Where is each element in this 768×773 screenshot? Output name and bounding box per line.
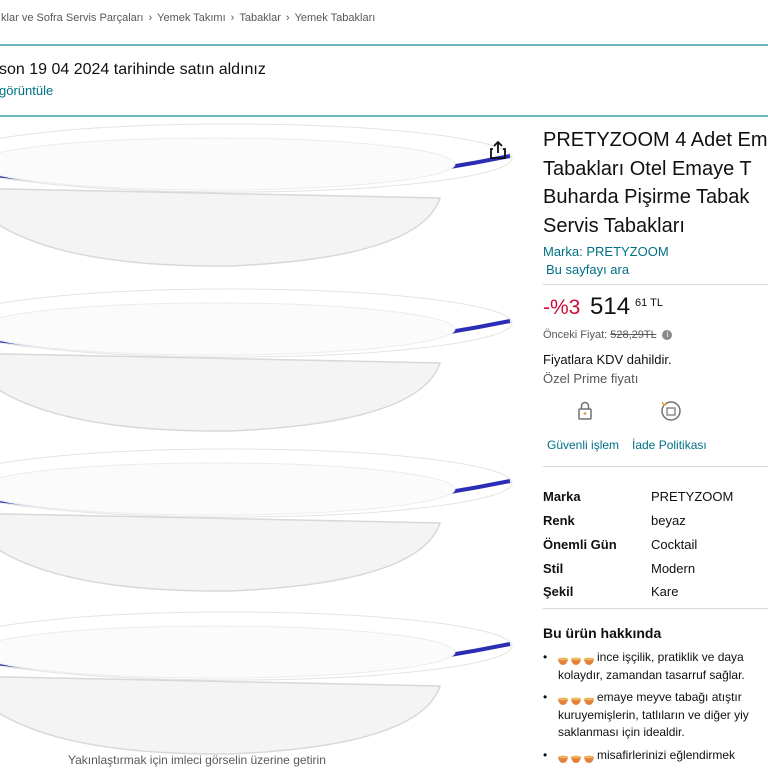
bullet-dot: • bbox=[543, 748, 548, 762]
breadcrumb-item[interactable]: Tabaklar bbox=[239, 12, 281, 24]
bullet-text: kuruyemişlerin, tatlıların ve diğer yiy bbox=[558, 707, 749, 722]
product-title-line: PRETYZOOM 4 Adet Em bbox=[543, 129, 768, 151]
return-policy-label[interactable]: İade Politikası bbox=[632, 438, 707, 452]
plate bbox=[0, 123, 513, 267]
breadcrumb-item[interactable]: Yemek Tabakları bbox=[295, 12, 376, 24]
secure-transaction-label[interactable]: Güvenli işlem bbox=[547, 438, 619, 452]
prime-note: Özel Prime fiyatı bbox=[543, 371, 639, 386]
breadcrumb-separator: › bbox=[230, 12, 235, 24]
bowl-icon bbox=[558, 693, 568, 706]
bowl-icon bbox=[571, 751, 581, 764]
divider bbox=[543, 608, 768, 609]
price-whole: 514 bbox=[590, 293, 631, 320]
spec-key: Şekil bbox=[543, 584, 574, 599]
view-order-link[interactable]: görüntüle bbox=[0, 83, 53, 98]
vat-note: Fiyatlara KDV dahildir. bbox=[543, 352, 672, 367]
purchase-box-bottom-border bbox=[0, 115, 768, 117]
bullet-dot: • bbox=[543, 690, 548, 704]
bullet-text: emaye meyve tabağı atıştır bbox=[597, 690, 742, 704]
return-icon[interactable] bbox=[658, 398, 684, 429]
bowl-icon bbox=[584, 653, 594, 666]
bullet-text: misafirlerinizi eğlendirmek bbox=[597, 748, 736, 762]
spec-row: Stil Modern bbox=[543, 561, 768, 583]
bowl-icon bbox=[584, 751, 594, 764]
product-title-line: Tabakları Otel Emaye T bbox=[543, 157, 752, 180]
purchase-box-top-border bbox=[0, 44, 768, 46]
info-icon[interactable]: i bbox=[662, 330, 673, 341]
bullet-text: kolaydır, zamandan tasarruf sağlar. bbox=[558, 667, 745, 682]
share-icon[interactable] bbox=[487, 139, 509, 161]
list-item: • ince işçilik, pratiklik ve daya kolayd… bbox=[543, 649, 768, 685]
lock-icon[interactable] bbox=[572, 398, 598, 429]
product-title-line: Buharda Pişirme Tabak bbox=[543, 186, 750, 208]
purchase-notice: son 19 04 2024 tarihinde satın aldınız bbox=[0, 61, 266, 78]
spec-row: Önemli Gün Cocktail bbox=[543, 537, 768, 559]
spec-key: Stil bbox=[543, 561, 564, 576]
plate bbox=[0, 288, 513, 432]
breadcrumb-item[interactable]: Yemek Takımı bbox=[157, 12, 225, 24]
previous-price: Önceki Fiyat: 528,29TL i bbox=[543, 329, 673, 341]
plate bbox=[0, 611, 513, 755]
price-currency: TL bbox=[650, 297, 663, 309]
bowl-icon bbox=[571, 693, 581, 706]
spec-key: Renk bbox=[543, 513, 575, 528]
product-title-line: Servis Tabakları bbox=[543, 214, 685, 237]
discount-badge: -%3 bbox=[543, 296, 581, 319]
previous-price-value: 528,29TL bbox=[610, 329, 657, 341]
breadcrumb-item[interactable]: ıklar ve Sofra Servis Parçaları bbox=[0, 12, 144, 24]
spec-row: Renk beyaz bbox=[543, 513, 768, 535]
spec-key: Önemli Gün bbox=[543, 537, 617, 552]
breadcrumb: ıklar ve Sofra Servis Parçaları › Yemek Ta… bbox=[0, 12, 375, 24]
plates-image bbox=[0, 123, 513, 755]
price-fraction-digits: 61 bbox=[635, 297, 648, 309]
previous-price-label: Önceki Fiyat: bbox=[543, 329, 608, 341]
bowl-icon bbox=[584, 693, 594, 706]
about-title: Bu ürün hakkında bbox=[543, 625, 662, 641]
spec-value: PRETYZOOM bbox=[651, 489, 734, 504]
divider bbox=[543, 284, 768, 285]
plate bbox=[0, 448, 513, 592]
spec-value: Kare bbox=[651, 584, 679, 599]
list-item: • emaye meyve tabağı atıştır kuruyemişle… bbox=[543, 689, 768, 743]
product-title: PRETYZOOM 4 Adet Em Tabakları Otel Emaye… bbox=[543, 126, 768, 240]
divider bbox=[543, 466, 768, 467]
bullet-text: saklanması için idealdir. bbox=[558, 725, 685, 739]
zoom-hint: Yakınlaştırmak için imleci görselin üzer… bbox=[68, 753, 326, 767]
brand-link[interactable]: Marka: PRETYZOOM bbox=[543, 244, 669, 259]
spec-row: Marka PRETYZOOM bbox=[543, 489, 768, 511]
spec-value: Cocktail bbox=[651, 537, 698, 552]
spec-value: beyaz bbox=[651, 513, 686, 528]
bullet-dot: • bbox=[543, 650, 548, 664]
search-page-link[interactable]: Bu sayfayı ara bbox=[546, 262, 629, 277]
spec-key: Marka bbox=[543, 489, 581, 504]
breadcrumb-separator: › bbox=[285, 12, 290, 24]
bullet-text: ince işçilik, pratiklik ve daya bbox=[597, 650, 744, 664]
spec-row: Şekil Kare bbox=[543, 584, 768, 606]
bowl-icon bbox=[571, 653, 581, 666]
spec-value: Modern bbox=[651, 561, 696, 576]
bowl-icon bbox=[558, 751, 568, 764]
product-image[interactable] bbox=[0, 118, 530, 768]
bowl-icon bbox=[558, 653, 568, 666]
price-fraction: 61 TL bbox=[635, 297, 663, 309]
breadcrumb-separator: › bbox=[148, 12, 153, 24]
list-item: • misafirlerinizi eğlendirmek bbox=[543, 747, 768, 765]
